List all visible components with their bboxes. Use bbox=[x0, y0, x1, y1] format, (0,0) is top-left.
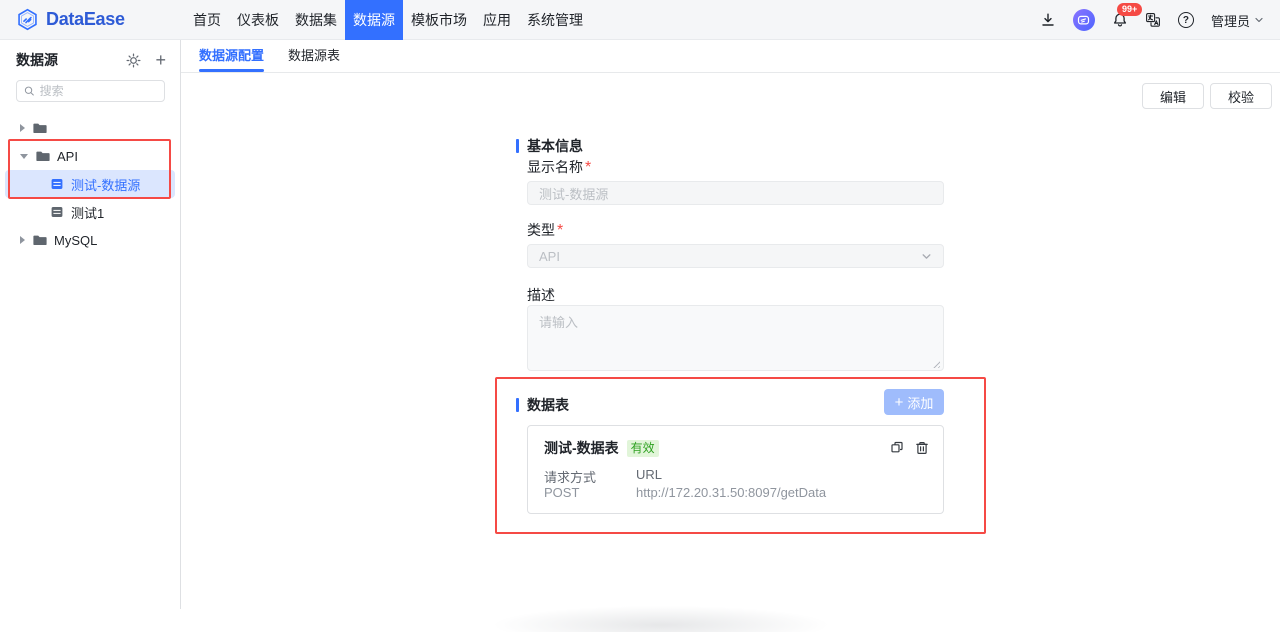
add-datasource-icon[interactable]: + bbox=[155, 52, 166, 68]
url-header: URL bbox=[636, 467, 662, 482]
validate-button[interactable]: 校验 bbox=[1210, 83, 1272, 109]
tree-folder-unnamed[interactable] bbox=[5, 114, 175, 142]
datasource-tree: API 测试-数据源 测试1 bbox=[0, 114, 180, 254]
message-assistant-icon[interactable] bbox=[1073, 9, 1095, 31]
top-actions: 编辑 校验 bbox=[1142, 83, 1272, 109]
trash-icon[interactable] bbox=[915, 441, 929, 455]
section-accent-bar bbox=[516, 139, 519, 153]
settings-gear-icon[interactable] bbox=[126, 53, 141, 68]
sidebar-title: 数据源 bbox=[16, 50, 112, 70]
nav-item-dashboard[interactable]: 仪表板 bbox=[229, 0, 287, 40]
translate-icon[interactable] bbox=[1145, 12, 1161, 28]
type-field-label: 类型* bbox=[527, 220, 563, 240]
type-select-value: API bbox=[539, 249, 560, 264]
search-icon bbox=[24, 85, 35, 97]
top-bar: DataEase 首页 仪表板 数据集 数据源 模板市场 应用 系统管理 bbox=[0, 0, 1280, 40]
tree-item-test1[interactable]: 测试1 bbox=[5, 198, 175, 226]
datatable-card-title: 测试-数据表 bbox=[544, 438, 619, 458]
notification-count-badge: 99+ bbox=[1117, 3, 1142, 16]
status-badge: 有效 bbox=[627, 440, 659, 457]
folder-icon bbox=[33, 121, 47, 135]
tab-datasource-config[interactable]: 数据源配置 bbox=[199, 40, 264, 72]
dataease-logo-icon bbox=[16, 8, 39, 31]
nav-item-home[interactable]: 首页 bbox=[185, 0, 229, 40]
notification-bell-icon[interactable]: 99+ bbox=[1112, 12, 1128, 28]
caret-down-icon bbox=[20, 154, 28, 159]
display-name-input[interactable] bbox=[527, 181, 944, 205]
caret-right-icon bbox=[20, 124, 25, 132]
tree-folder-api[interactable]: API bbox=[5, 142, 175, 170]
main-nav: 首页 仪表板 数据集 数据源 模板市场 应用 系统管理 bbox=[185, 0, 591, 40]
chevron-down-icon bbox=[1254, 15, 1264, 25]
tree-item-test-datasource[interactable]: 测试-数据源 bbox=[5, 170, 175, 198]
tab-datasource-tables[interactable]: 数据源表 bbox=[288, 40, 340, 72]
datatable-card: 测试-数据表 有效 bbox=[527, 425, 944, 514]
plus-icon: + bbox=[895, 394, 904, 411]
name-field-label: 显示名称* bbox=[527, 157, 591, 177]
tree-folder-mysql[interactable]: MySQL bbox=[5, 226, 175, 254]
help-icon[interactable]: ? bbox=[1178, 12, 1194, 28]
tree-folder-mysql-label: MySQL bbox=[54, 233, 97, 248]
search-input[interactable] bbox=[40, 84, 157, 98]
database-icon bbox=[50, 205, 64, 219]
topbar-right: 99+ ? 管理员 bbox=[1040, 0, 1280, 40]
type-select[interactable]: API bbox=[527, 244, 944, 268]
nav-item-dataset[interactable]: 数据集 bbox=[287, 0, 345, 40]
basic-info-section-header: 基本信息 bbox=[516, 136, 583, 156]
description-field-label: 描述 bbox=[527, 285, 555, 305]
user-menu[interactable]: 管理员 bbox=[1211, 11, 1264, 30]
tree-folder-api-label: API bbox=[57, 149, 78, 164]
app-logo[interactable]: DataEase bbox=[0, 8, 185, 31]
url-value: http://172.20.31.50:8097/getData bbox=[636, 485, 826, 500]
section-accent-bar bbox=[516, 398, 519, 412]
add-datatable-button[interactable]: + 添加 bbox=[884, 389, 944, 415]
datatable-section-header: 数据表 bbox=[516, 395, 569, 415]
method-header: 请求方式 bbox=[544, 467, 596, 486]
main-content: 数据源配置 数据源表 编辑 校验 基本信息 显示名称* 类型* API 描述 bbox=[181, 40, 1280, 609]
method-value: POST bbox=[544, 485, 579, 500]
copy-icon[interactable] bbox=[890, 441, 904, 455]
tree-item-test1-label: 测试1 bbox=[71, 203, 104, 222]
nav-item-system-management[interactable]: 系统管理 bbox=[519, 0, 591, 40]
sidebar-header: 数据源 + bbox=[16, 50, 166, 70]
folder-icon bbox=[36, 149, 50, 163]
chevron-down-icon bbox=[921, 251, 932, 262]
tab-bar: 数据源配置 数据源表 bbox=[181, 40, 1280, 73]
description-textarea[interactable] bbox=[527, 305, 944, 371]
nav-item-template-market[interactable]: 模板市场 bbox=[403, 0, 475, 40]
caret-right-icon bbox=[20, 236, 25, 244]
bottom-bar-shadow bbox=[421, 586, 901, 632]
database-icon bbox=[50, 177, 64, 191]
nav-item-application[interactable]: 应用 bbox=[475, 0, 519, 40]
user-name: 管理员 bbox=[1211, 11, 1250, 30]
nav-item-datasource[interactable]: 数据源 bbox=[345, 0, 403, 40]
sidebar-search-box[interactable] bbox=[16, 80, 165, 102]
download-icon[interactable] bbox=[1040, 12, 1056, 28]
tree-item-selected-label: 测试-数据源 bbox=[71, 175, 140, 194]
datasource-sidebar: 数据源 + bbox=[0, 40, 181, 609]
logo-wordmark: DataEase bbox=[46, 9, 125, 30]
edit-button[interactable]: 编辑 bbox=[1142, 83, 1204, 109]
folder-icon bbox=[33, 233, 47, 247]
